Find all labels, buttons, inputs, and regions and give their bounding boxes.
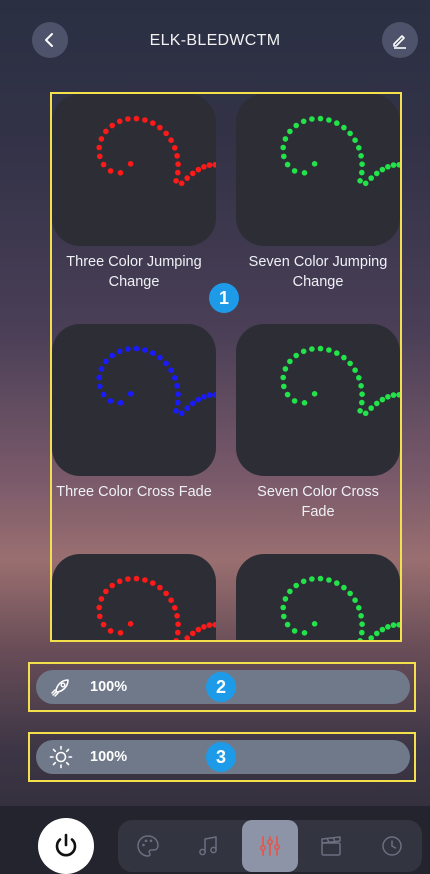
mode-partial-green[interactable] (236, 554, 400, 640)
brightness-value: 100% (90, 749, 128, 765)
music-note-icon (199, 836, 217, 856)
sliders-icon (259, 836, 280, 856)
power-icon (55, 833, 77, 857)
mode-three-color-jumping[interactable]: Three Color Jumping Change (52, 94, 216, 292)
mode-seven-color-jumping[interactable]: Seven Color Jumping Change (236, 94, 400, 292)
spiral-icon (280, 345, 400, 417)
power-button[interactable] (38, 818, 94, 874)
spiral-icon (96, 575, 216, 640)
clock-icon (382, 836, 402, 856)
annotation-badge-3: 3 (206, 742, 236, 772)
annotation-badge-2: 2 (206, 672, 236, 702)
device-title: ELK-BLEDWCTM (149, 32, 281, 49)
mode-thumbnail (236, 94, 400, 246)
palette-icon (137, 835, 159, 857)
pencil-icon (393, 35, 406, 49)
mode-label: Three Color Cross Fade (56, 484, 212, 500)
spiral-icon (280, 575, 400, 640)
mode-label: Seven Color Jumping Change (248, 254, 388, 290)
edit-button[interactable] (382, 22, 418, 58)
nav-palette[interactable] (120, 820, 176, 872)
mode-thumbnail (52, 554, 216, 640)
spiral-icon (96, 345, 216, 417)
mode-label: Seven Color Cross Fade (257, 484, 379, 520)
mode-thumbnail (52, 324, 216, 476)
mode-seven-color-cross-fade[interactable]: Seven Color Cross Fade (236, 324, 400, 522)
mode-thumbnail (52, 94, 216, 246)
nav-timer[interactable] (364, 820, 420, 872)
mode-partial-red[interactable] (52, 554, 216, 640)
sun-icon (48, 744, 74, 770)
spiral-icon (280, 115, 400, 187)
mode-grid: Three Color Jumping Change Seven Color J… (50, 92, 402, 642)
nav-music[interactable] (181, 820, 237, 872)
mode-thumbnail (236, 324, 400, 476)
rocket-icon (48, 674, 74, 700)
nav-modes[interactable] (242, 820, 298, 872)
spiral-icon (96, 115, 216, 187)
mode-thumbnail (236, 554, 400, 640)
mode-three-color-cross-fade[interactable]: Three Color Cross Fade (52, 324, 216, 502)
speed-value: 100% (90, 679, 128, 695)
clapperboard-icon (321, 836, 341, 856)
mode-label: Three Color Jumping Change (66, 254, 202, 290)
nav-scenes[interactable] (303, 820, 359, 872)
top-bar: ELK-BLEDWCTM (0, 0, 430, 84)
annotation-badge-1: 1 (209, 283, 239, 313)
